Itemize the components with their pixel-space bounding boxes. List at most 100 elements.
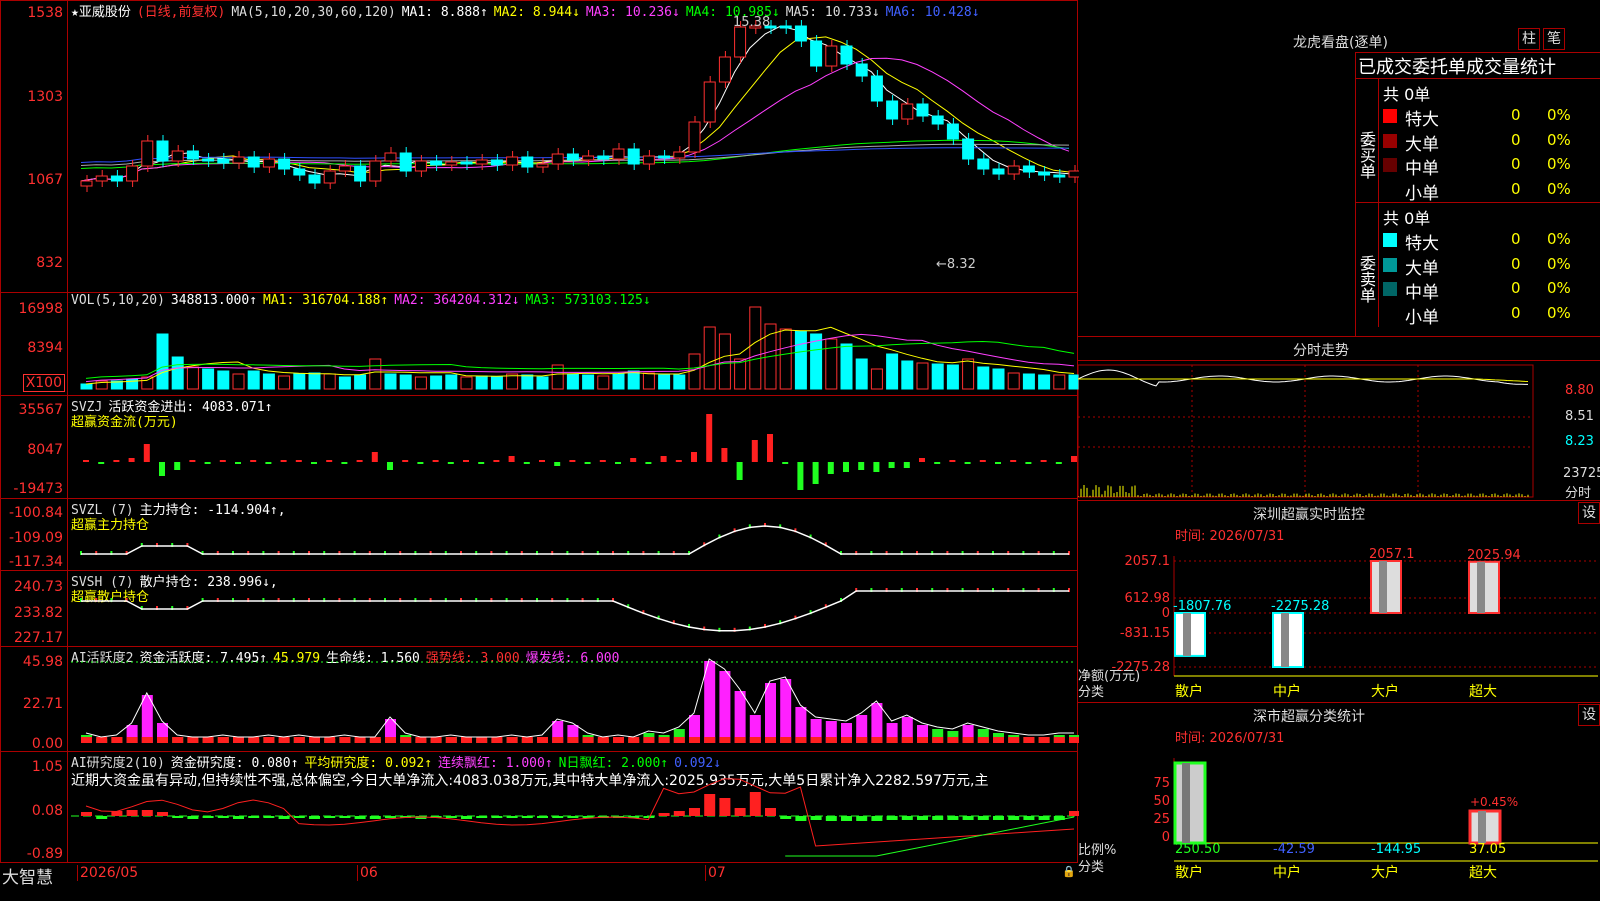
research-bar [278,816,290,819]
candle [612,148,625,160]
svzj-chart[interactable] [1,396,1079,500]
class-chart[interactable]: 75 50 25 0 +0.45% 250.50 散户 -42.59 中户 -144.95 大户 37… [1078,703,1600,900]
fund-flow-bar [691,452,697,462]
research-bar [841,816,852,821]
candle [1022,165,1035,173]
minute-panel[interactable]: 分时走势 8.80 8.51 8.23 23725 分时 [1078,337,1600,501]
volume-bar [293,373,306,390]
candle [810,40,823,67]
class-tick: 0 [1162,830,1170,845]
volume-bar [536,376,549,390]
svzl-panel[interactable]: -100.84 -109.09 -117.34 SVZL (7) 主力持仓: -1… [0,498,1078,571]
activity-base-bar [400,737,412,743]
stats-title[interactable]: 已成交委托单成交量统计 [1358,53,1556,79]
fund-flow-bar [326,460,333,462]
monitor-category: 大户 [1371,683,1399,700]
volume-bar [962,358,975,390]
candle [156,140,169,162]
activity-base-bar [111,737,123,743]
sell-row-value: 0 [1511,303,1521,322]
volume-bar [977,366,990,390]
svzl-chart[interactable] [1,499,1079,572]
monitor-category: 中户 [1273,683,1301,700]
volume-bar [232,373,245,390]
fund-flow-bar [584,462,591,464]
svsh-chart[interactable] [1,571,1079,648]
ai-activity-panel[interactable]: 45.98 22.71 0.00 AI活跃度2 资金活跃度: 7.495↑ 45.9… [0,646,1079,753]
fund-flow-bar [311,462,317,464]
activity-base-bar [506,737,518,743]
volume-chart[interactable] [1,293,1079,397]
monitor-chart[interactable]: 2057.1612.980-831.15-2275.28-1807.76散户-2… [1078,501,1600,703]
color-swatch-icon [1383,158,1397,172]
x-label: 06 [357,865,378,881]
research-bar [369,816,381,819]
research-line [85,778,1075,847]
activity-base-bar [567,737,579,743]
research-bar [734,808,746,816]
monitor-panel[interactable]: 深圳超赢实时监控 设 时间: 2026/07/31 2057.1 612.98 0-… [1078,501,1600,703]
color-swatch-icon [1383,182,1397,197]
sell-row-name: 小单 [1405,307,1439,328]
buy-row-value: 0 [1511,130,1521,149]
activity-bar [780,679,792,743]
candle [642,155,655,165]
candle [506,156,519,166]
activity-base-bar [643,737,655,743]
minute-price-line [1078,369,1528,387]
ai-research-chart[interactable] [1,752,1079,864]
research-bar [780,816,792,819]
color-swatch-icon [1383,306,1397,321]
fund-flow-bar [174,462,181,470]
buy-row-name: 小单 [1405,183,1439,204]
fund-flow-bar [280,460,287,462]
fund-flow-bar [721,448,728,462]
kline-chart[interactable] [1,1,1079,294]
volume-bar [399,374,412,390]
fund-flow-bar [113,460,120,462]
candle [718,56,731,83]
color-swatch-icon [1383,257,1397,272]
class-panel[interactable]: 深市超赢分类统计 设 时间: 2026/07/31 75 50 25 0 +0.45% 2… [1078,703,1600,900]
svzj-panel[interactable]: 35567 8047 -19473 SVZJ 活跃资金进出: 4083.071↑ … [0,395,1078,499]
sell-row: 大单 0 0% [1383,254,1600,279]
monitor-bar-shade [1477,561,1485,613]
bar-mode-button[interactable]: 柱 [1518,28,1540,50]
research-bar [81,812,92,816]
candle [445,161,458,166]
lock-icon[interactable]: 🔒 [1062,865,1076,878]
activity-base-bar [278,737,290,743]
volume-bar [430,375,443,390]
candle [293,168,306,176]
candle [886,100,899,120]
class-bar-shade [1182,763,1190,843]
ai-activity-chart[interactable] [1,647,1079,753]
activity-base-bar [81,737,92,743]
fund-flow-bar [295,460,302,462]
activity-base-bar [597,737,609,743]
activity-base-bar [263,737,275,743]
research-bar [552,816,564,818]
volume-panel[interactable]: 16998 8394 X100 VOL(5,10,20) 348813.000↑ M… [0,292,1079,397]
candle [779,25,792,29]
fund-flow-bar [797,462,804,490]
volume-bar [779,328,792,390]
activity-base-bar [476,737,488,743]
minute-chart[interactable] [1078,337,1600,501]
research-bar [704,794,716,816]
svsh-panel[interactable]: 240.73 233.82 227.17 SVSH (7) 散户持仓: 238.9… [0,570,1078,647]
main-kline-panel[interactable]: 1538 1303 1067 832 ★亚威股份 (日线,前复权) MA(5,10,… [0,0,1079,294]
activity-base-bar [491,737,503,743]
pen-mode-button[interactable]: 笔 [1543,28,1565,50]
activity-base-bar [901,737,913,743]
candle [916,103,929,117]
volume-bar [369,358,382,390]
research-bar [947,816,959,820]
activity-base-bar [126,737,138,743]
fund-flow-bar [83,460,89,462]
candle [825,45,838,67]
volume-bar [840,343,853,390]
candle [870,75,883,102]
buy-row-percent: 0% [1547,179,1571,198]
ai-research-panel[interactable]: 1.05 0.08 -0.89 AI研究度2(10) 资金研究度: 0.080↑ 平… [0,751,1079,864]
